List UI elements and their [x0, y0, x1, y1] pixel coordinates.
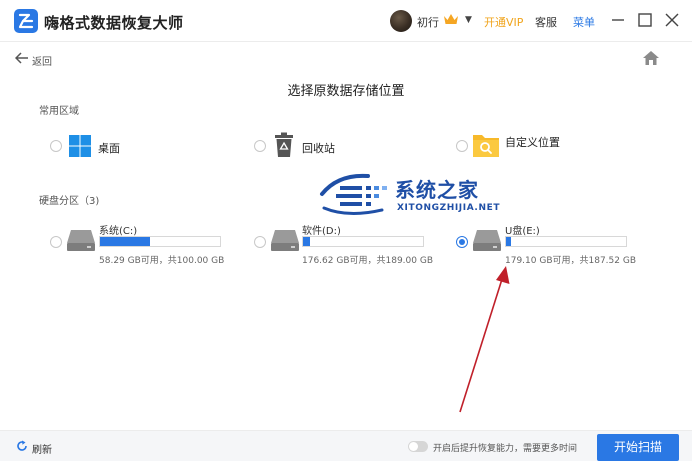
back-button[interactable]: 返回	[32, 53, 52, 68]
deep-scan-label: 开启后提升恢复能力，需要更多时间	[433, 444, 578, 454]
hard-drive-icon	[67, 230, 95, 251]
drive-d-usage-fill	[303, 237, 311, 246]
footer-bar: 刷新 开启后提升恢复能力，需要更多时间 开始扫描	[0, 430, 692, 461]
deep-scan-toggle[interactable]	[408, 441, 428, 452]
maximize-icon[interactable]	[636, 11, 654, 29]
drive-e-usage-fill	[506, 237, 511, 246]
disk-partition-label: 硬盘分区（3)	[39, 196, 100, 207]
watermark-subtitle: XITONGZHIJIA.NET	[397, 203, 501, 213]
customer-service-link[interactable]: 客服	[535, 14, 557, 30]
folder-search-icon	[473, 135, 499, 157]
annotation-arrow-icon	[459, 266, 510, 413]
app-window: 嗨格式数据恢复大师 初行 ▼ 开通VIP 客服 菜单 返回 选择原数据存储位置 …	[0, 0, 692, 461]
drive-e-radio[interactable]	[456, 236, 468, 248]
back-arrow-icon[interactable]	[15, 52, 29, 64]
drive-c-usage-fill	[100, 237, 151, 246]
app-title: 嗨格式数据恢复大师	[44, 14, 184, 32]
drive-d-name: 软件(D:)	[302, 226, 341, 237]
refresh-icon[interactable]	[16, 440, 28, 452]
close-icon[interactable]	[663, 11, 681, 29]
hard-drive-icon	[271, 230, 299, 251]
recycle-bin-icon	[275, 132, 293, 157]
custom-location-label[interactable]: 自定义位置	[505, 134, 560, 150]
desktop-label[interactable]: 桌面	[98, 140, 120, 156]
drive-c-name: 系统(C:)	[99, 226, 138, 237]
page-title: 选择原数据存储位置	[287, 84, 405, 99]
recycle-bin-radio[interactable]	[254, 140, 266, 152]
drive-e-name: U盘(E:)	[505, 226, 540, 237]
watermark-title: 系统之家	[395, 178, 479, 202]
drive-e-usage-bar	[505, 236, 627, 247]
title-bar: 嗨格式数据恢复大师 初行 ▼ 开通VIP 客服 菜单	[0, 0, 692, 42]
start-scan-button[interactable]: 开始扫描	[597, 434, 679, 461]
refresh-button[interactable]: 刷新	[32, 441, 52, 456]
common-area-label: 常用区域	[39, 106, 79, 117]
desktop-radio[interactable]	[50, 140, 62, 152]
app-logo-icon	[14, 9, 38, 33]
crown-icon	[444, 14, 458, 24]
account-dropdown-icon[interactable]: ▼	[465, 15, 472, 25]
menu-link[interactable]: 菜单	[573, 14, 595, 30]
hard-drive-icon	[473, 230, 501, 251]
drive-e-info: 179.10 GB可用，共187.52 GB	[505, 256, 637, 266]
drive-d-usage-bar	[302, 236, 424, 247]
drive-c-radio[interactable]	[50, 236, 62, 248]
custom-location-radio[interactable]	[456, 140, 468, 152]
drive-c-usage-bar	[99, 236, 221, 247]
minimize-icon[interactable]	[609, 11, 627, 29]
drive-d-info: 176.62 GB可用，共189.00 GB	[302, 256, 434, 266]
drive-c-info: 58.29 GB可用，共100.00 GB	[99, 256, 225, 266]
avatar[interactable]	[390, 10, 412, 32]
recycle-bin-label[interactable]: 回收站	[302, 140, 335, 156]
open-vip-link[interactable]: 开通VIP	[484, 14, 523, 30]
home-icon[interactable]	[642, 50, 660, 66]
username[interactable]: 初行	[417, 14, 439, 30]
windows-icon	[69, 135, 91, 157]
watermark-logo-icon	[320, 173, 387, 215]
drive-d-radio[interactable]	[254, 236, 266, 248]
